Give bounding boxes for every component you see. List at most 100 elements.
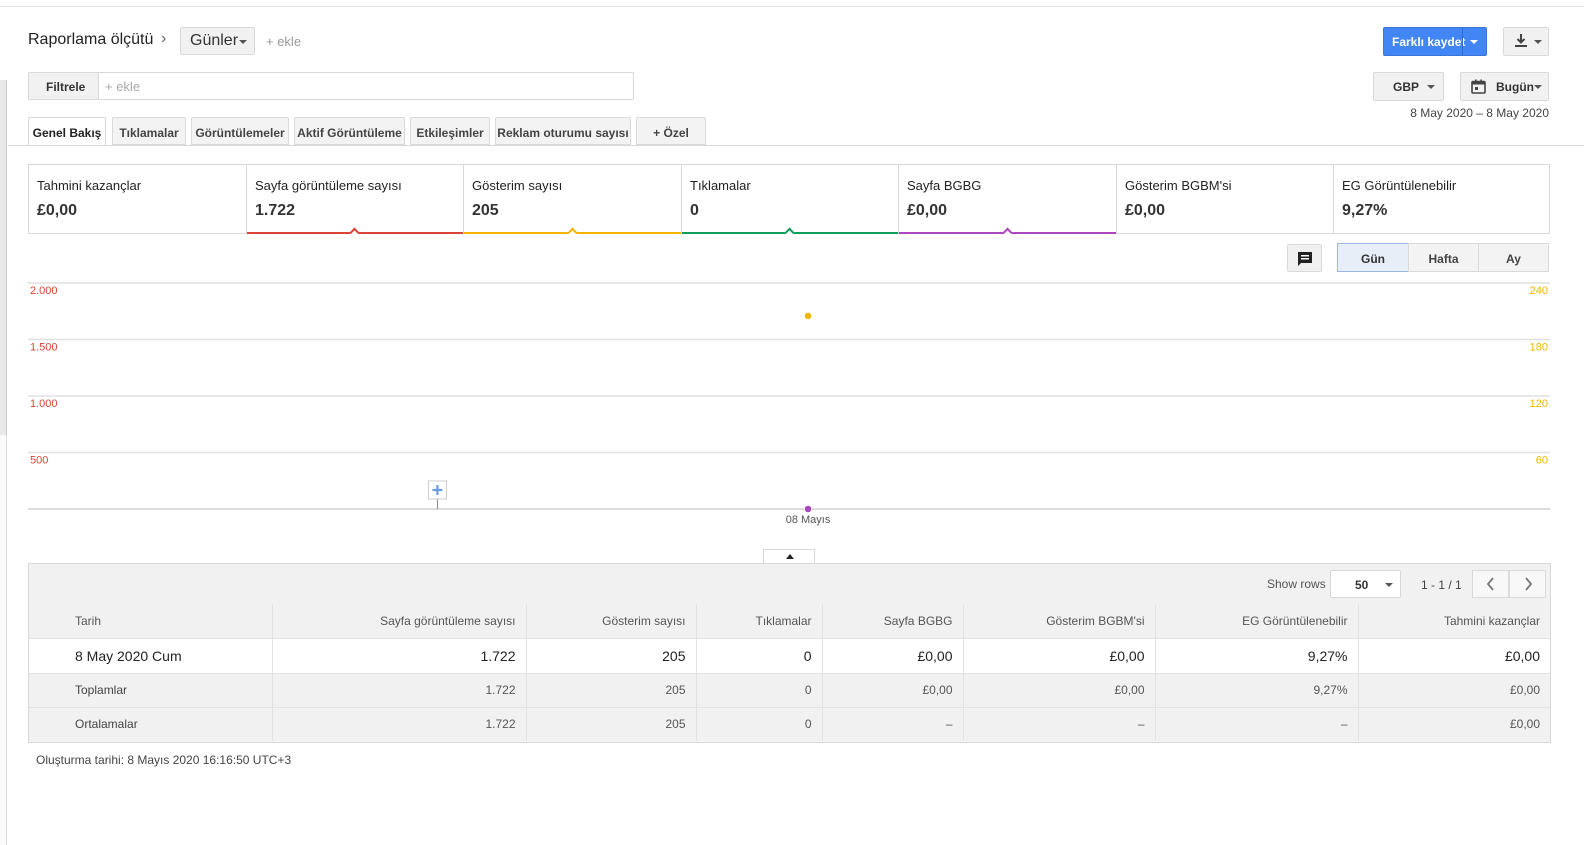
left-axis-tick-label: 500 <box>30 455 48 467</box>
granularity-week-button[interactable]: Hafta <box>1408 243 1479 272</box>
table-cell: £0,00 <box>1358 706 1550 741</box>
table-cell: £0,00 <box>963 637 1156 673</box>
side-panel-edge <box>0 435 7 845</box>
download-button[interactable] <box>1503 27 1549 56</box>
column-header[interactable]: Tarih <box>29 604 273 638</box>
side-scrollbar[interactable] <box>0 80 7 435</box>
calendar-icon <box>1471 79 1486 94</box>
column-header[interactable]: Gösterim BGBM'si <box>963 604 1156 638</box>
selected-notch <box>784 227 795 238</box>
caret-up-icon <box>786 554 794 559</box>
table-cell: 9,27% <box>1155 637 1359 673</box>
granularity-day-button[interactable]: Gün <box>1337 243 1409 272</box>
scorecard-clicks[interactable]: Tıklamalar 0 <box>682 165 899 238</box>
scorecard-impression-rpm[interactable]: Gösterim BGBM'si £0,00 <box>1117 165 1334 233</box>
column-header[interactable]: Gösterim sayısı <box>526 604 697 638</box>
left-axis-tick-label: 2.000 <box>30 285 58 297</box>
scorecard-value: 205 <box>472 202 499 219</box>
granularity-month-button[interactable]: Ay <box>1478 243 1549 272</box>
prev-page-button[interactable] <box>1472 570 1509 598</box>
right-axis-tick-label: 240 <box>1530 285 1548 297</box>
date-label: Bugün <box>1496 80 1534 94</box>
scorecard-value: 0 <box>690 202 699 219</box>
rows-per-page-select[interactable]: 50 <box>1330 570 1401 598</box>
scorecard-name: Gösterim sayısı <box>472 178 563 193</box>
scorecard-name: Tahmini kazançlar <box>37 178 142 193</box>
annotations-button[interactable] <box>1287 244 1322 272</box>
column-header[interactable]: EG Görüntülenebilir <box>1155 604 1359 638</box>
table-cell: 0 <box>696 672 823 707</box>
save-as-label: Farklı kaydet <box>1392 35 1466 49</box>
chevron-left-icon <box>1486 577 1494 591</box>
tab-interactions[interactable]: Etkileşimler <box>410 117 490 145</box>
table-cell: 9,27% <box>1155 672 1359 707</box>
left-axis-tick-label: 1.500 <box>30 342 58 354</box>
scorecard-estimated-earnings[interactable]: Tahmini kazançlar £0,00 <box>29 165 247 233</box>
table-row: 8 May 2020 Cum 1.722 205 0 £0,00 £0,00 9… <box>29 637 1550 673</box>
dimension-label: Günler <box>190 32 239 49</box>
right-axis-tick-label: 60 <box>1536 455 1548 467</box>
table-cell: 1.722 <box>272 706 527 741</box>
comment-icon <box>1298 252 1312 266</box>
filter-button[interactable]: Filtrele <box>29 73 99 99</box>
column-header[interactable]: Sayfa BGBG <box>822 604 964 638</box>
table-cell: 205 <box>526 706 697 741</box>
currency-dropdown[interactable]: GBP <box>1373 72 1444 101</box>
tab-active-view[interactable]: Aktif Görüntüleme <box>294 117 405 145</box>
tab-overview[interactable]: Genel Bakış <box>28 117 106 146</box>
tab-ad-sessions[interactable]: Reklam oturumu sayısı <box>495 117 631 145</box>
scorecard-value: 9,27% <box>1342 202 1388 219</box>
caret-down-icon[interactable] <box>1470 40 1478 44</box>
save-split-divider <box>1462 28 1463 55</box>
filter-input[interactable] <box>101 74 631 98</box>
table-header-row: Tarih Sayfa görüntüleme sayısı Gösterim … <box>29 604 1550 638</box>
tab-views[interactable]: Görüntülemeler <box>191 117 289 145</box>
tab-custom[interactable]: + Özel <box>636 117 706 145</box>
scorecard-impressions[interactable]: Gösterim sayısı 205 <box>464 165 682 238</box>
caret-down-icon <box>239 40 247 44</box>
table-cell: £0,00 <box>822 672 964 707</box>
scorecard-value: 1.722 <box>255 202 296 219</box>
scorecard-page-rpm[interactable]: Sayfa BGBG £0,00 <box>899 165 1117 238</box>
date-range-text: 8 May 2020 – 8 May 2020 <box>1410 106 1549 120</box>
column-header[interactable]: Sayfa görüntüleme sayısı <box>272 604 527 638</box>
table-cell: – <box>963 706 1156 741</box>
dimension-dropdown[interactable]: Günler <box>180 27 255 55</box>
caret-down-icon <box>1427 85 1435 89</box>
table-cell: 1.722 <box>272 637 527 673</box>
page-title: Raporlama ölçütü <box>28 31 154 48</box>
table-cell: 8 May 2020 Cum <box>29 637 273 673</box>
save-as-button[interactable]: Farklı kaydet <box>1383 27 1487 56</box>
collapse-chart-toggle[interactable] <box>763 549 815 564</box>
right-axis-tick-label: 180 <box>1530 342 1548 354</box>
show-rows-label: Show rows <box>1267 577 1326 591</box>
column-header[interactable]: Tahmini kazançlar <box>1358 604 1550 638</box>
table-cell: 0 <box>696 637 823 673</box>
scorecard-active-view-viewable[interactable]: EG Görüntülenebilir 9,27% <box>1334 165 1549 233</box>
created-timestamp: Oluşturma tarihi: 8 Mayıs 2020 16:16:50 … <box>36 753 292 767</box>
totals-row: Toplamlar 1.722 205 0 £0,00 £0,00 9,27% … <box>29 672 1550 707</box>
chevron-right-icon: › <box>161 30 167 47</box>
next-page-button[interactable] <box>1509 570 1546 598</box>
filter-bar: Filtrele <box>28 72 634 100</box>
scorecard-name: Gösterim BGBM'si <box>1125 178 1232 193</box>
caret-down-icon <box>1534 40 1542 44</box>
date-range-dropdown[interactable]: Bugün <box>1460 72 1549 101</box>
table-cell: Ortalamalar <box>29 706 273 741</box>
column-header[interactable]: Tıklamalar <box>696 604 823 638</box>
tab-clicks[interactable]: Tıklamalar <box>112 117 186 145</box>
data-point <box>804 312 812 320</box>
rows-per-page-value: 50 <box>1355 578 1369 592</box>
scorecard-name: Sayfa BGBG <box>907 178 982 193</box>
table-cell: – <box>822 706 964 741</box>
table-cell: £0,00 <box>1358 672 1550 707</box>
table-cell: – <box>1155 706 1359 741</box>
averages-row: Ortalamalar 1.722 205 0 – – – £0,00 <box>29 706 1550 741</box>
scorecard-name: Sayfa görüntüleme sayısı <box>255 178 402 193</box>
x-axis-tick-label: 08 Mayıs <box>786 514 831 526</box>
table-cell: £0,00 <box>1358 637 1550 673</box>
scorecard-page-views[interactable]: Sayfa görüntüleme sayısı 1.722 <box>247 165 464 238</box>
chevron-right-icon <box>1525 577 1533 591</box>
selected-notch <box>349 227 360 238</box>
add-dimension-link[interactable]: + ekle <box>266 34 301 49</box>
